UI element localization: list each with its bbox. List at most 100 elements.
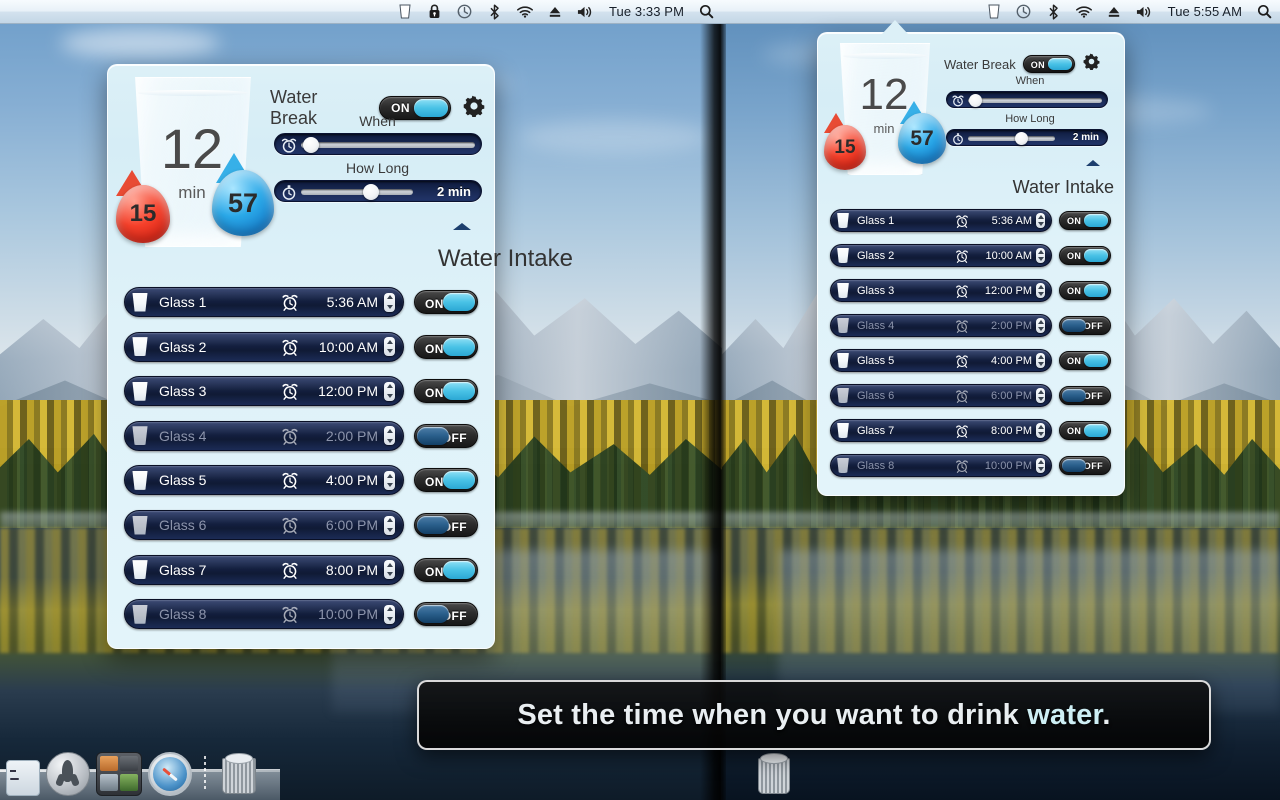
stepper-down-icon[interactable] [386, 393, 393, 398]
stepper-up-icon[interactable] [1037, 249, 1044, 254]
stepper-down-icon[interactable] [386, 304, 393, 309]
stepper-up-icon[interactable] [386, 473, 393, 478]
volume-icon[interactable] [577, 4, 593, 20]
glass-enable-toggle[interactable]: ON [1059, 211, 1111, 230]
finder-icon[interactable] [6, 756, 40, 796]
glass-enable-toggle[interactable]: OFF [1059, 316, 1111, 335]
time-stepper[interactable] [1036, 388, 1045, 403]
trash-can-icon[interactable] [218, 752, 258, 796]
glass-enable-toggle[interactable]: ON [1059, 351, 1111, 370]
lock-icon[interactable] [427, 4, 443, 20]
when-slider[interactable] [946, 91, 1108, 108]
stepper-down-icon[interactable] [386, 483, 393, 488]
glass-time-value[interactable]: 10:00 AM [974, 250, 1032, 262]
glass-time-value[interactable]: 10:00 PM [306, 606, 378, 622]
glass-enable-toggle[interactable]: OFF [1059, 456, 1111, 475]
stepper-up-icon[interactable] [1037, 319, 1044, 324]
stepper-up-icon[interactable] [1037, 214, 1044, 219]
when-slider-knob[interactable] [303, 137, 319, 153]
when-slider-knob[interactable] [969, 94, 982, 107]
how-long-slider[interactable]: 2 min [946, 129, 1108, 146]
spotlight-search-icon[interactable] [1256, 4, 1272, 20]
stepper-up-icon[interactable] [386, 562, 393, 567]
time-machine-icon[interactable] [1016, 4, 1032, 20]
glass-schedule-pill[interactable]: Glass 4 2:00 PM [830, 314, 1052, 337]
glass-schedule-pill[interactable]: Glass 8 10:00 PM [124, 599, 404, 630]
glass-schedule-pill[interactable]: Glass 3 12:00 PM [830, 279, 1052, 302]
app-folder-stack-icon[interactable] [96, 752, 142, 796]
stepper-up-icon[interactable] [386, 429, 393, 434]
menubar-clock-right[interactable]: Tue 5:55 AM [1168, 4, 1242, 19]
stepper-up-icon[interactable] [1037, 284, 1044, 289]
time-stepper[interactable] [1036, 458, 1045, 473]
how-long-slider-knob[interactable] [1015, 132, 1028, 145]
eject-icon[interactable] [547, 4, 563, 20]
glass-time-value[interactable]: 2:00 PM [974, 320, 1032, 332]
glass-enable-toggle[interactable]: ON [414, 379, 478, 404]
wifi-icon[interactable] [516, 4, 533, 20]
glass-enable-toggle[interactable]: OFF [414, 602, 478, 627]
bluetooth-icon[interactable] [487, 3, 503, 20]
when-slider[interactable] [274, 133, 482, 155]
time-stepper[interactable] [384, 470, 395, 490]
time-stepper[interactable] [384, 560, 395, 580]
glass-enable-toggle[interactable]: ON [1059, 421, 1111, 440]
time-machine-icon[interactable] [457, 4, 473, 20]
volume-icon[interactable] [1136, 4, 1152, 20]
stepper-up-icon[interactable] [1037, 354, 1044, 359]
time-stepper[interactable] [384, 426, 395, 446]
glass-time-value[interactable]: 10:00 AM [306, 339, 378, 355]
time-stepper[interactable] [1036, 213, 1045, 228]
glass-enable-toggle[interactable]: ON [1059, 246, 1111, 265]
glass-time-value[interactable]: 6:00 PM [306, 517, 378, 533]
stepper-down-icon[interactable] [1037, 292, 1044, 297]
stepper-down-icon[interactable] [386, 349, 393, 354]
stepper-up-icon[interactable] [386, 518, 393, 523]
time-stepper[interactable] [384, 337, 395, 357]
glass-time-value[interactable]: 8:00 PM [306, 562, 378, 578]
collapse-triangle-icon[interactable] [453, 223, 471, 230]
stepper-down-icon[interactable] [1037, 467, 1044, 472]
glass-time-value[interactable]: 4:00 PM [974, 355, 1032, 367]
trash-can-icon[interactable] [754, 752, 792, 796]
glass-schedule-pill[interactable]: Glass 7 8:00 PM [124, 554, 404, 585]
time-stepper[interactable] [384, 381, 395, 401]
stepper-down-icon[interactable] [1037, 222, 1044, 227]
stepper-up-icon[interactable] [1037, 459, 1044, 464]
stepper-up-icon[interactable] [386, 295, 393, 300]
stepper-down-icon[interactable] [1037, 432, 1044, 437]
time-stepper[interactable] [1036, 283, 1045, 298]
glass-time-value[interactable]: 5:36 AM [306, 294, 378, 310]
glass-schedule-pill[interactable]: Glass 4 2:00 PM [124, 420, 404, 451]
glass-time-value[interactable]: 12:00 PM [974, 285, 1032, 297]
glass-enable-toggle[interactable]: ON [414, 290, 478, 314]
glass-schedule-pill[interactable]: Glass 2 10:00 AM [830, 244, 1052, 267]
glass-enable-toggle[interactable]: OFF [414, 423, 478, 448]
menubar-clock-left[interactable]: Tue 3:33 PM [609, 4, 684, 19]
glass-time-value[interactable]: 8:00 PM [974, 425, 1032, 437]
glass-time-value[interactable]: 4:00 PM [306, 472, 378, 488]
time-stepper[interactable] [1036, 318, 1045, 333]
time-stepper[interactable] [1036, 248, 1045, 263]
time-stepper[interactable] [384, 515, 395, 535]
glass-time-value[interactable]: 5:36 AM [974, 215, 1032, 227]
glass-schedule-pill[interactable]: Glass 1 5:36 AM [124, 287, 404, 317]
stepper-up-icon[interactable] [386, 384, 393, 389]
water-break-toggle[interactable]: ON [1022, 55, 1075, 73]
glass-time-value[interactable]: 2:00 PM [306, 428, 378, 444]
stepper-up-icon[interactable] [386, 339, 393, 344]
collapse-triangle-icon[interactable] [1086, 160, 1100, 166]
glass-schedule-pill[interactable]: Glass 8 10:00 PM [830, 454, 1052, 477]
how-long-slider[interactable]: 2 min [274, 180, 482, 202]
spotlight-search-icon[interactable] [698, 4, 714, 20]
stepper-up-icon[interactable] [386, 607, 393, 612]
glass-schedule-pill[interactable]: Glass 1 5:36 AM [830, 209, 1052, 232]
glass-schedule-pill[interactable]: Glass 7 8:00 PM [830, 419, 1052, 442]
stepper-down-icon[interactable] [386, 438, 393, 443]
glass-enable-toggle[interactable]: ON [1059, 281, 1111, 300]
glass-enable-toggle[interactable]: ON [414, 334, 478, 359]
stepper-down-icon[interactable] [386, 527, 393, 532]
glass-enable-toggle[interactable]: ON [414, 468, 478, 493]
time-stepper[interactable] [1036, 423, 1045, 438]
stepper-up-icon[interactable] [1037, 389, 1044, 394]
